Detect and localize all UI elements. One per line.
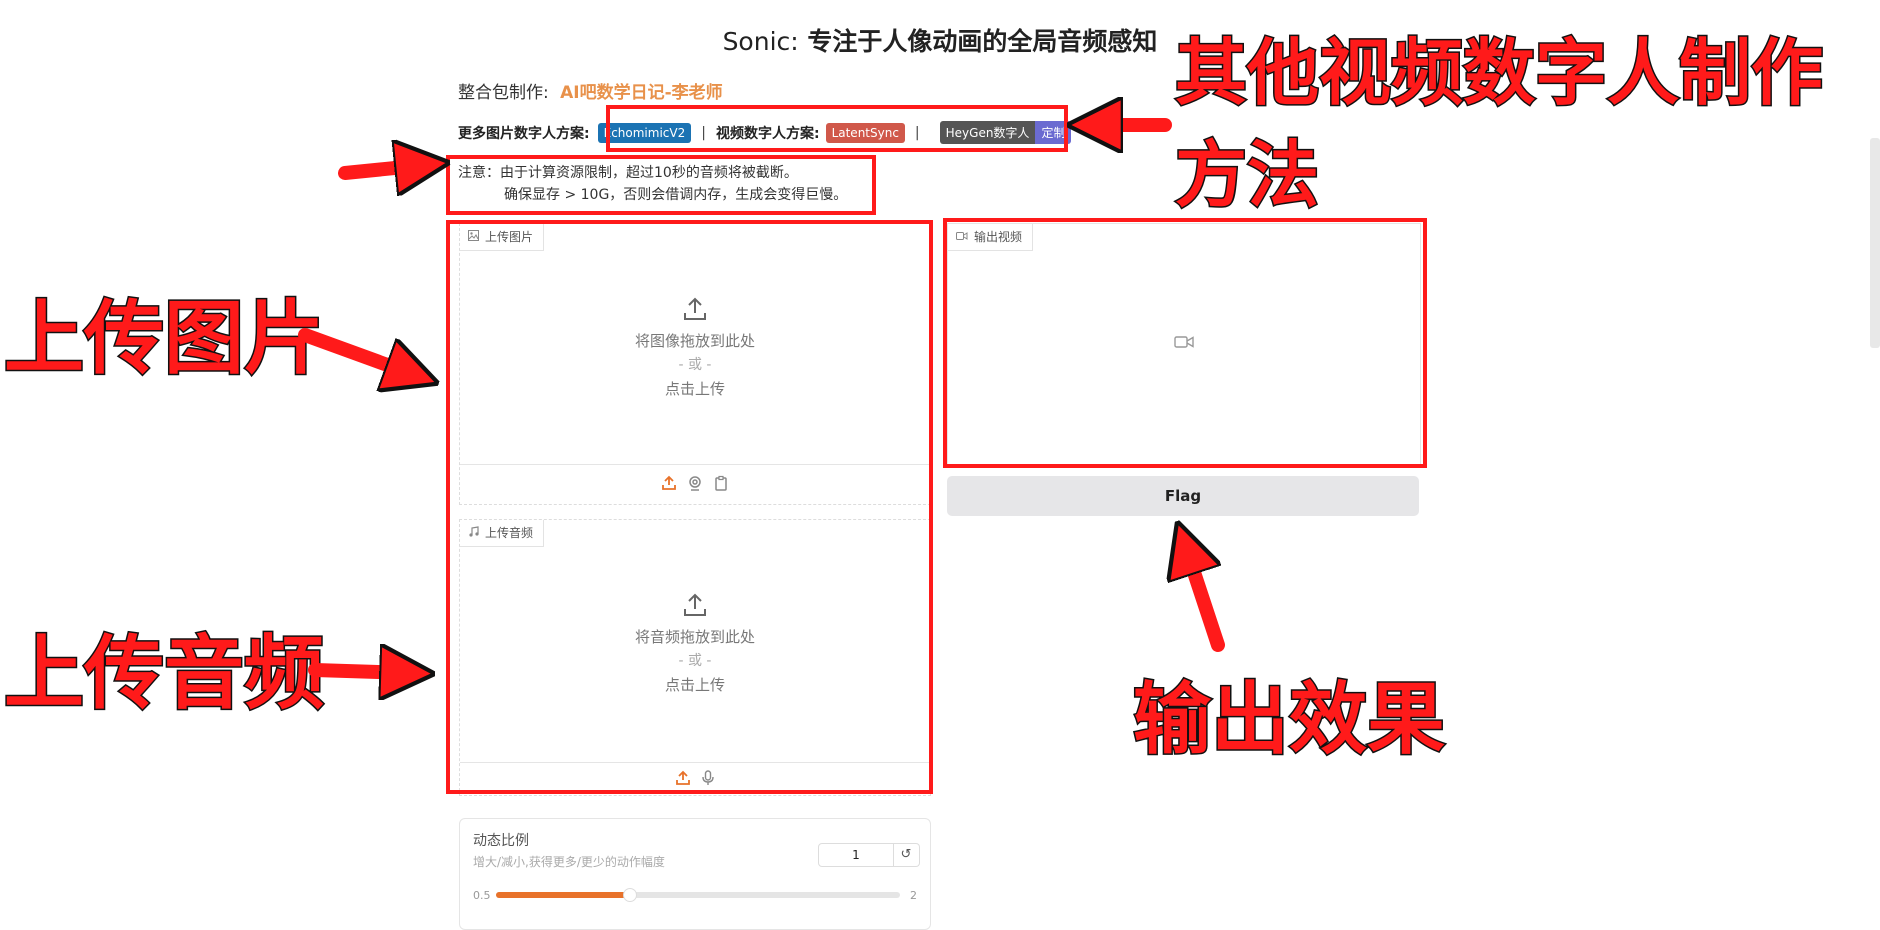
arrow-up-icon xyxy=(1185,545,1225,652)
arrow-right-icon xyxy=(308,670,410,673)
arrow-right-icon xyxy=(338,165,425,173)
annotation-arrows xyxy=(298,0,1225,916)
arrow-right-icon xyxy=(298,328,415,375)
